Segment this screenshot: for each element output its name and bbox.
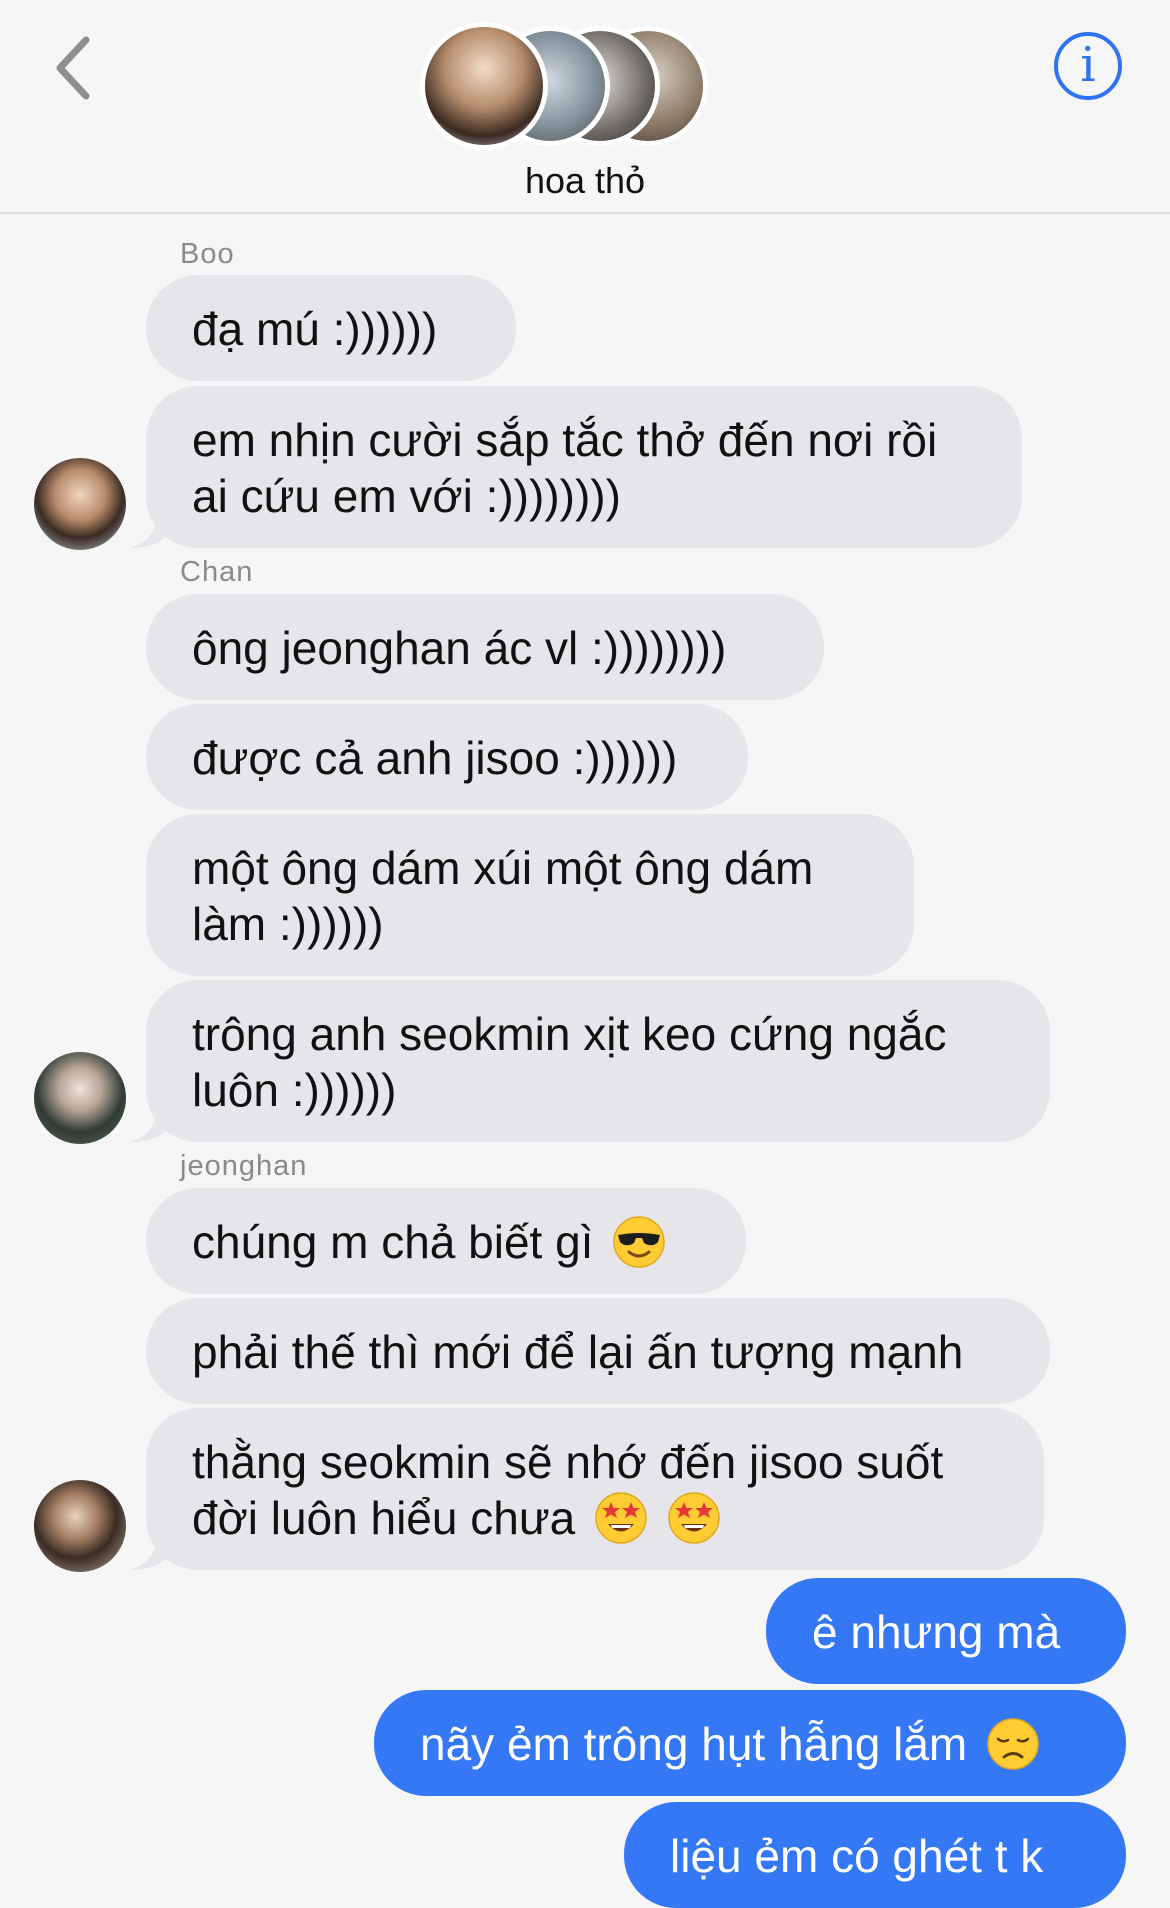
message-bubble[interactable]: ông jeonghan ác vl :)))))))) xyxy=(146,594,824,700)
sender-name: Boo xyxy=(180,238,235,270)
disappointed-face-icon xyxy=(987,1718,1039,1770)
message-bubble[interactable]: thằng seokmin sẽ nhớ đến jisoo suốt đời … xyxy=(146,1408,1044,1570)
chat-header: hoa thỏ i xyxy=(0,0,1170,214)
message-text: em nhịn cười sắp tắc thở đến nơi rồi xyxy=(192,414,938,466)
message-text: một ông dám xúi một ông dám xyxy=(192,842,814,894)
message-bubble[interactable]: đạ mú :)))))) xyxy=(146,275,516,381)
back-button[interactable] xyxy=(50,30,110,110)
message-text: đạ mú :)))))) xyxy=(192,303,438,355)
message-text: làm :)))))) xyxy=(192,898,384,950)
message-text: ê nhưng mà xyxy=(812,1606,1061,1658)
message-text: liệu ẻm có ghét t k xyxy=(670,1830,1044,1882)
sender-avatar-jeonghan[interactable] xyxy=(34,1480,126,1572)
star-struck-icon xyxy=(668,1492,720,1544)
smiling-face-with-sunglasses-icon xyxy=(613,1216,665,1268)
sender-avatar-chan[interactable] xyxy=(34,1052,126,1144)
message-text: nãy ẻm trông hụt hẫng lắm xyxy=(420,1718,968,1770)
member-avatar xyxy=(420,22,548,150)
info-button[interactable]: i xyxy=(1054,32,1122,100)
message-bubble[interactable]: chúng m chả biết gì xyxy=(146,1188,746,1294)
bubble-tail xyxy=(130,1102,168,1142)
sender-name: jeonghan xyxy=(180,1150,308,1182)
star-struck-icon xyxy=(595,1492,647,1544)
message-bubble[interactable]: em nhịn cười sắp tắc thở đến nơi rồi ai … xyxy=(146,386,1022,548)
message-text: ai cứu em với :)))))))) xyxy=(192,470,621,522)
outgoing-message-bubble[interactable]: ê nhưng mà xyxy=(766,1578,1126,1684)
message-text: phải thế thì mới để lại ấn tượng mạnh xyxy=(192,1326,964,1378)
message-bubble[interactable]: trông anh seokmin xịt keo cứng ngắc luôn… xyxy=(146,980,1050,1142)
conversation-title[interactable]: hoa thỏ xyxy=(0,160,1170,202)
info-icon: i xyxy=(1080,37,1096,93)
outgoing-message-bubble[interactable]: liệu ẻm có ghét t k xyxy=(624,1802,1126,1908)
message-text: đời luôn hiểu chưa xyxy=(192,1492,576,1544)
message-text: ông jeonghan ác vl :)))))))) xyxy=(192,622,727,674)
sender-avatar-boo[interactable] xyxy=(34,458,126,550)
outgoing-message-bubble[interactable]: nãy ẻm trông hụt hẫng lắm xyxy=(374,1690,1126,1796)
chevron-left-icon xyxy=(56,36,90,100)
message-bubble[interactable]: được cả anh jisoo :)))))) xyxy=(146,704,748,810)
message-text: chúng m chả biết gì xyxy=(192,1216,594,1268)
message-text: được cả anh jisoo :)))))) xyxy=(192,732,678,784)
message-bubble[interactable]: một ông dám xúi một ông dám làm :)))))) xyxy=(146,814,914,976)
sender-name: Chan xyxy=(180,556,254,588)
bubble-tail xyxy=(130,1530,168,1570)
message-bubble[interactable]: phải thế thì mới để lại ấn tượng mạnh xyxy=(146,1298,1050,1404)
message-text: thằng seokmin sẽ nhớ đến jisoo suốt xyxy=(192,1436,944,1488)
message-text: luôn :)))))) xyxy=(192,1064,397,1116)
group-avatar-stack[interactable] xyxy=(420,22,710,150)
bubble-tail xyxy=(130,508,168,548)
message-text: trông anh seokmin xịt keo cứng ngắc xyxy=(192,1008,947,1060)
